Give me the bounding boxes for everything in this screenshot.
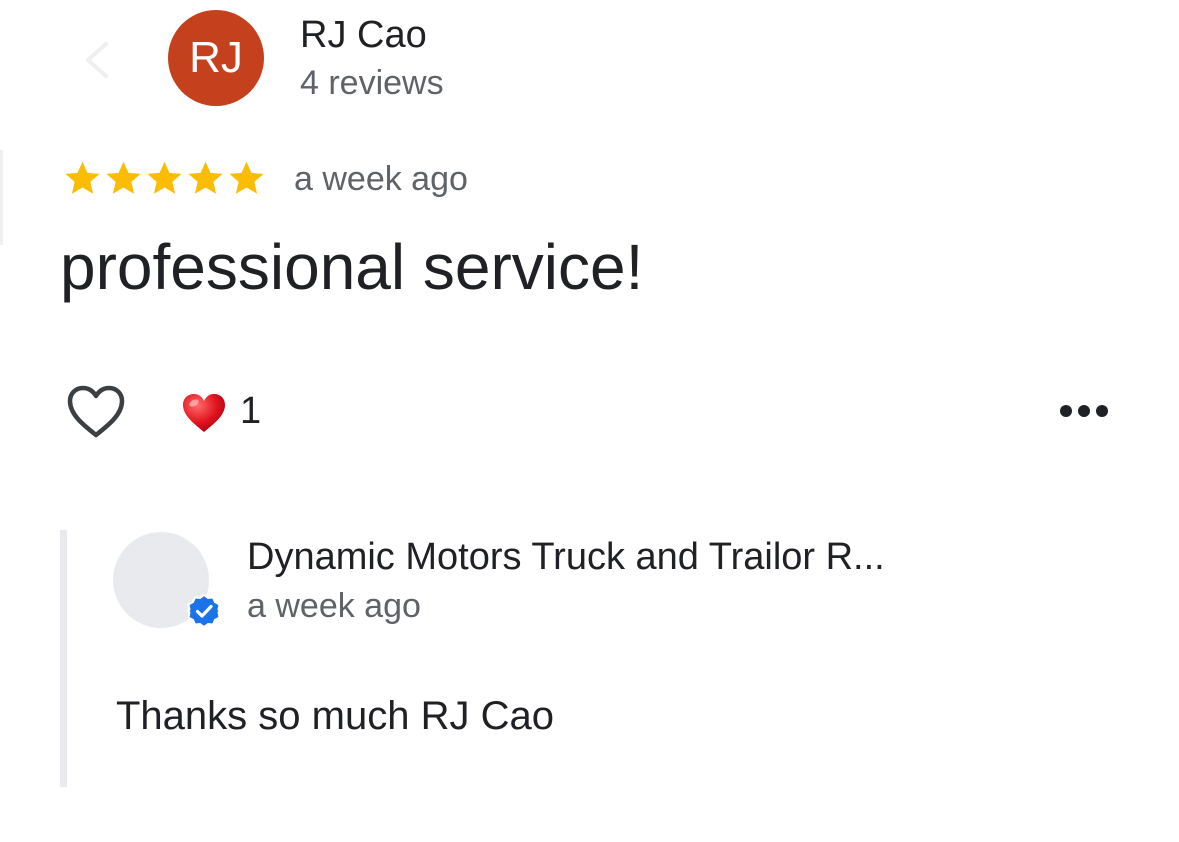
back-arrow-icon[interactable]	[78, 38, 118, 82]
owner-response-bar	[60, 530, 67, 787]
star-icon	[65, 161, 100, 194]
star-icon	[229, 161, 264, 194]
left-edge-divider	[0, 150, 3, 245]
owner-response-text: Thanks so much RJ Cao	[116, 694, 554, 738]
heart-outline-icon[interactable]	[64, 383, 128, 441]
red-heart-icon[interactable]	[181, 392, 227, 434]
review-time: a week ago	[294, 160, 468, 198]
star-icon	[106, 161, 141, 194]
star-icon	[147, 161, 182, 194]
reviewer-review-count: 4 reviews	[300, 64, 444, 102]
reviewer-avatar[interactable]: RJ	[168, 10, 264, 106]
owner-name[interactable]: Dynamic Motors Truck and Trailor R...	[247, 536, 885, 579]
review-text: professional service!	[60, 231, 644, 303]
reviewer-initials: RJ	[189, 33, 243, 82]
reaction-count: 1	[240, 390, 262, 432]
more-horizontal-icon[interactable]	[1058, 402, 1110, 420]
star-icon	[188, 161, 223, 194]
owner-response-time: a week ago	[247, 587, 421, 625]
review-detail: RJ RJ Cao 4 reviews a week ago professio…	[0, 0, 1179, 842]
star-rating	[62, 158, 267, 199]
reviewer-name[interactable]: RJ Cao	[300, 14, 427, 57]
verified-badge-icon	[186, 593, 222, 629]
